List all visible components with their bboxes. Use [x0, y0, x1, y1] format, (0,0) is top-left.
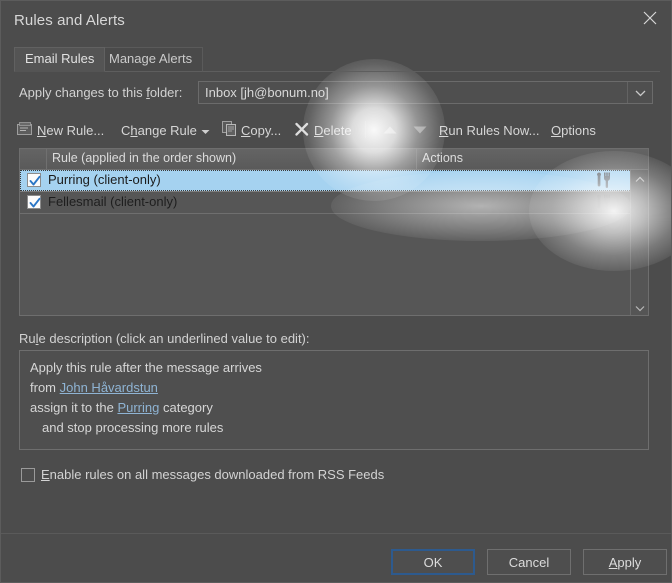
description-line-1-pre: from — [30, 380, 60, 395]
ok-button[interactable]: OK — [391, 549, 475, 575]
scroll-up-button[interactable] — [631, 170, 648, 187]
run-rules-now-label: Run Rules Now... — [439, 122, 540, 138]
chevron-down-icon — [635, 85, 646, 100]
description-line-2-post: category — [159, 400, 213, 415]
rule-checkbox[interactable] — [27, 173, 41, 187]
copy-icon — [222, 121, 237, 139]
row-separator — [20, 213, 632, 214]
description-line-3-pre: and stop processing more rules — [42, 420, 224, 435]
desc-label-pre: Ru — [19, 331, 36, 346]
table-row[interactable]: Fellesmail (client-only) — [20, 192, 632, 213]
rules-and-alerts-dialog: Rules and Alerts Email Rules Manage Aler… — [0, 0, 672, 583]
description-line: and stop processing more rules — [42, 420, 223, 435]
tab-manage-alerts[interactable]: Manage Alerts — [98, 47, 204, 72]
delete-icon — [294, 121, 310, 140]
close-icon — [642, 10, 658, 26]
title-bar: Rules and Alerts — [1, 1, 671, 41]
folder-label-pre: Apply changes to this — [19, 85, 147, 100]
scroll-down-button[interactable] — [631, 299, 648, 315]
copy-label: Copy... — [241, 122, 282, 138]
change-rule-button[interactable]: Change Rule — [121, 118, 210, 142]
column-header-actions[interactable]: Actions — [422, 151, 463, 165]
rss-feeds-checkbox[interactable] — [21, 467, 35, 482]
rules-list: Rule (applied in the order shown) Action… — [19, 148, 649, 316]
toolbar-separator — [365, 121, 366, 138]
apply-button[interactable]: Apply — [583, 549, 667, 575]
column-header-rule[interactable]: Rule (applied in the order shown) — [52, 151, 236, 165]
description-link-category[interactable]: Purring — [117, 400, 159, 415]
move-down-button[interactable] — [407, 118, 433, 142]
cancel-button[interactable]: Cancel — [487, 549, 571, 575]
footer-divider — [1, 533, 671, 534]
rss-label-rest: nable rules on all messages downloaded f… — [49, 467, 385, 482]
tools-icon — [592, 193, 614, 215]
new-rule-button[interactable]: New Rule... — [17, 118, 104, 142]
rss-feeds-checkbox-row[interactable]: Enable rules on all messages downloaded … — [21, 467, 384, 482]
rule-name: Fellesmail (client-only) — [48, 194, 178, 209]
copy-button[interactable]: Copy... — [222, 118, 281, 142]
delete-button[interactable]: Delete — [294, 118, 352, 142]
table-row[interactable]: Purring (client-only) — [20, 170, 632, 191]
description-line: from John Håvardstun — [30, 380, 158, 395]
window-title: Rules and Alerts — [14, 12, 125, 29]
tab-email-rules[interactable]: Email Rules — [14, 47, 106, 72]
rules-toolbar: New Rule... Change Rule Copy... Delete R… — [17, 118, 657, 144]
description-line: assign it to the Purring category — [30, 400, 213, 415]
tab-strip: Email Rules Manage Alerts — [14, 47, 660, 73]
folder-label-post: older: — [149, 85, 183, 100]
chevron-down-icon — [635, 300, 645, 315]
folder-value: Inbox [jh@bonum.no] — [205, 85, 329, 100]
tools-icon — [592, 171, 614, 193]
description-line-2-pre: assign it to the — [30, 400, 118, 415]
rss-label-accel: E — [41, 467, 50, 482]
description-link-sender[interactable]: John Håvardstun — [60, 380, 158, 395]
options-button[interactable]: Options — [551, 118, 596, 142]
description-line: Apply this rule after the message arrive… — [30, 360, 262, 375]
desc-label-post: e description (click an underlined value… — [38, 331, 310, 346]
check-icon — [29, 175, 41, 186]
header-divider-0 — [46, 149, 47, 169]
options-label: Options — [551, 122, 596, 138]
new-rule-label: New Rule... — [37, 122, 105, 138]
list-scrollbar[interactable] — [630, 170, 648, 315]
rule-description-label: Rule description (click an underlined va… — [19, 331, 310, 346]
header-divider-1 — [416, 149, 417, 169]
change-rule-label: Change Rule — [121, 122, 197, 138]
close-button[interactable] — [627, 1, 671, 34]
rss-feeds-label: Enable rules on all messages downloaded … — [41, 467, 384, 482]
rules-list-body: Purring (client-only) Fellesmail (client… — [20, 170, 632, 315]
folder-combobox[interactable]: Inbox [jh@bonum.no] — [198, 81, 653, 104]
chevron-up-icon — [635, 171, 645, 186]
rule-name: Purring (client-only) — [48, 172, 161, 187]
new-rule-icon — [17, 121, 33, 139]
description-line-0-pre: Apply this rule after the message arrive… — [30, 360, 262, 375]
folder-dropdown-button[interactable] — [627, 82, 652, 103]
chevron-down-icon — [201, 123, 210, 138]
arrow-up-icon — [382, 123, 398, 138]
rule-description-box: Apply this rule after the message arrive… — [19, 350, 649, 450]
move-up-button[interactable] — [377, 118, 403, 142]
check-icon — [29, 197, 41, 208]
rules-list-header: Rule (applied in the order shown) Action… — [20, 149, 648, 170]
run-rules-now-button[interactable]: Run Rules Now... — [439, 118, 539, 142]
delete-label: Delete — [314, 122, 352, 138]
folder-label: Apply changes to this folder: — [19, 85, 182, 100]
arrow-down-icon — [412, 123, 428, 138]
rule-checkbox[interactable] — [27, 195, 41, 209]
apply-label: Apply — [608, 554, 642, 570]
